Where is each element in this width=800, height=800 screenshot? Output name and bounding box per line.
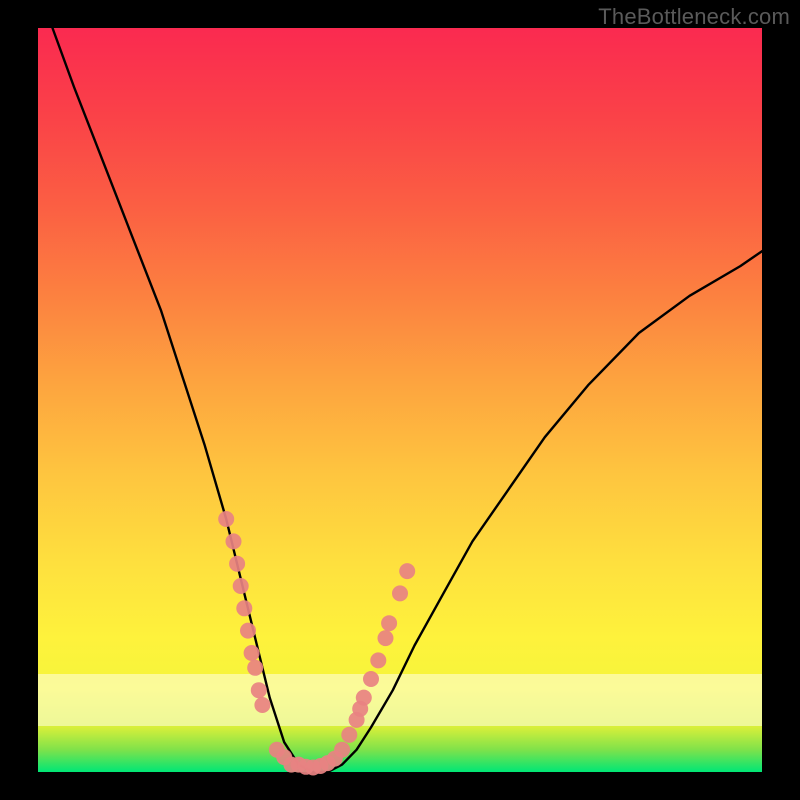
plot-area	[38, 28, 762, 772]
sample-dot	[334, 742, 350, 758]
bottleneck-curve	[53, 28, 763, 772]
sample-dot	[363, 671, 379, 687]
sample-dot	[251, 682, 267, 698]
sample-dot	[370, 652, 386, 668]
bottleneck-curve-path	[53, 28, 763, 772]
chart-svg	[38, 28, 762, 772]
sample-dot	[392, 585, 408, 601]
sample-dot	[226, 533, 242, 549]
watermark-text: TheBottleneck.com	[598, 4, 790, 30]
sample-dot	[236, 600, 252, 616]
sample-dot	[218, 511, 234, 527]
sample-dot	[247, 660, 263, 676]
chart-frame: TheBottleneck.com	[0, 0, 800, 800]
sample-dot	[240, 623, 256, 639]
sample-dot	[399, 563, 415, 579]
sample-dot	[378, 630, 394, 646]
sample-dot	[356, 690, 372, 706]
sample-dot	[254, 697, 270, 713]
sample-dots	[218, 511, 415, 776]
sample-dot	[229, 556, 245, 572]
sample-dot	[381, 615, 397, 631]
sample-dot	[244, 645, 260, 661]
sample-dot	[341, 727, 357, 743]
sample-dot	[233, 578, 249, 594]
